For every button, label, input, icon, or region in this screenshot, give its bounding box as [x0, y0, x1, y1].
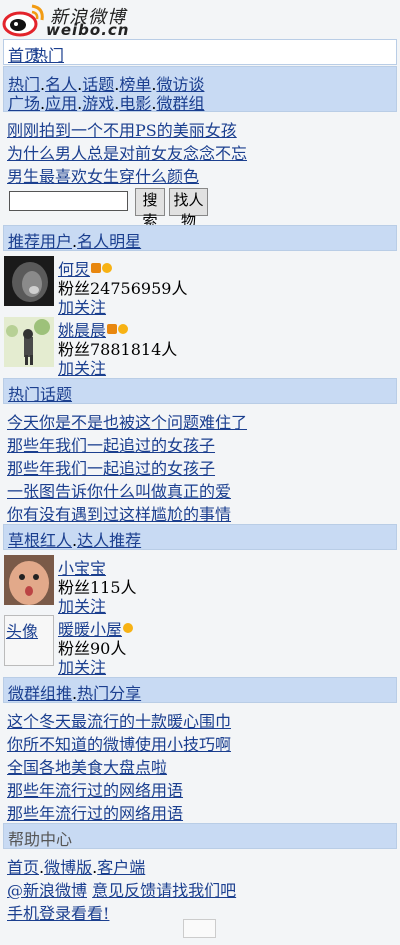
- category-link[interactable]: 广场: [8, 94, 40, 113]
- footer-link[interactable]: 首页: [7, 858, 39, 877]
- share-link[interactable]: 全国各地美食大盘点啦: [7, 754, 167, 778]
- topic-link[interactable]: 那些年我们一起追过的女孩子: [7, 455, 215, 479]
- topic-link[interactable]: 一张图告诉你什么叫做真正的爱: [7, 478, 231, 502]
- promo-link[interactable]: 为什么男人总是对前女友念念不忘: [7, 140, 247, 164]
- avatar-placeholder[interactable]: 头像: [6, 618, 38, 642]
- topic-link[interactable]: 今天你是不是也被这个问题难住了: [7, 409, 247, 433]
- share-link[interactable]: 那些年流行过的网络用语: [7, 777, 183, 801]
- category-link[interactable]: 应用: [45, 94, 77, 113]
- section-more: 微群组推.热门分享: [3, 677, 397, 703]
- footer-login-link[interactable]: 手机登录看看!: [7, 900, 109, 924]
- section-grassroots: 草根红人.达人推荐: [3, 524, 397, 550]
- topic-link[interactable]: 你有没有遇到过这样尴尬的事情: [7, 501, 231, 525]
- search-button[interactable]: 搜索: [135, 188, 165, 230]
- footer-mention-link[interactable]: @新浪微博: [7, 881, 87, 900]
- weibo-eye-icon: [2, 4, 44, 37]
- follow-link[interactable]: 加关注: [58, 654, 106, 678]
- section-help: 帮助中心: [3, 823, 397, 849]
- search-input[interactable]: [9, 191, 128, 211]
- section-link[interactable]: 推荐用户: [8, 232, 72, 251]
- section-link[interactable]: 名人明星: [77, 232, 141, 251]
- footer-link[interactable]: 微博版: [44, 858, 92, 877]
- baby-photo: [4, 555, 54, 605]
- verified-icon: [91, 262, 102, 273]
- section-link[interactable]: 草根红人: [8, 531, 72, 550]
- promo-link[interactable]: 男生最喜欢女生穿什么颜色: [7, 163, 199, 187]
- section-link[interactable]: 热门分享: [77, 684, 141, 703]
- promo-link[interactable]: 刚刚拍到一个不用PS的美丽女孩: [7, 117, 237, 141]
- daren-icon: [118, 323, 129, 334]
- follow-link[interactable]: 加关注: [58, 294, 106, 318]
- topic-link[interactable]: 那些年我们一起追过的女孩子: [7, 432, 215, 456]
- footer-row-2: @新浪微博 意见反馈请找我们吧: [7, 877, 236, 901]
- share-link[interactable]: 这个冬天最流行的十款暖心围巾: [7, 708, 231, 732]
- girl-photo: [4, 317, 54, 367]
- share-link[interactable]: 那些年流行过的网络用语: [7, 800, 183, 824]
- section-link[interactable]: 微群组推: [8, 684, 72, 703]
- find-user-button[interactable]: 找人物: [169, 188, 208, 230]
- avatar[interactable]: [4, 317, 54, 367]
- category-link[interactable]: 游戏: [82, 94, 114, 113]
- section-hot-topics: 热门话题: [3, 378, 397, 404]
- section-recommended-users: 推荐用户.名人明星: [3, 225, 397, 251]
- verified-icon: [107, 323, 118, 334]
- logo-domain: weibo.cn: [46, 21, 130, 39]
- help-title: 帮助中心: [8, 830, 73, 849]
- section-link[interactable]: 达人推荐: [77, 531, 141, 550]
- category-grid: 热门.名人.话题.榜单.微访谈 广场.应用.游戏.电影.微群组: [3, 66, 397, 113]
- weibo-logo[interactable]: 新浪微博 weibo.cn: [2, 2, 132, 39]
- daren-icon: [102, 262, 113, 273]
- logo-bar: 新浪微博 weibo.cn: [0, 0, 400, 40]
- nav-hot-link[interactable]: 热门: [32, 42, 64, 66]
- footer-row-1: 首页.微博版.客户端: [7, 858, 146, 877]
- footer-link[interactable]: 客户端: [97, 858, 145, 877]
- avatar[interactable]: [4, 256, 54, 306]
- share-link[interactable]: 你所不知道的微博使用小技巧啊: [7, 731, 231, 755]
- avatar[interactable]: [4, 555, 54, 605]
- follow-link[interactable]: 加关注: [58, 355, 106, 379]
- category-link[interactable]: 微群组: [156, 94, 204, 113]
- footer-feedback-link[interactable]: 意见反馈请找我们吧: [92, 881, 236, 900]
- daren-icon: [123, 622, 134, 633]
- back-to-top-button[interactable]: [183, 919, 216, 938]
- lion-photo: [4, 256, 54, 306]
- top-nav: 首页 热门: [3, 39, 397, 65]
- follow-link[interactable]: 加关注: [58, 593, 106, 617]
- section-link[interactable]: 热门话题: [8, 385, 72, 404]
- avatar[interactable]: 头像: [4, 615, 54, 666]
- category-row-2: 广场.应用.游戏.电影.微群组: [8, 94, 205, 113]
- category-link[interactable]: 电影: [119, 94, 151, 113]
